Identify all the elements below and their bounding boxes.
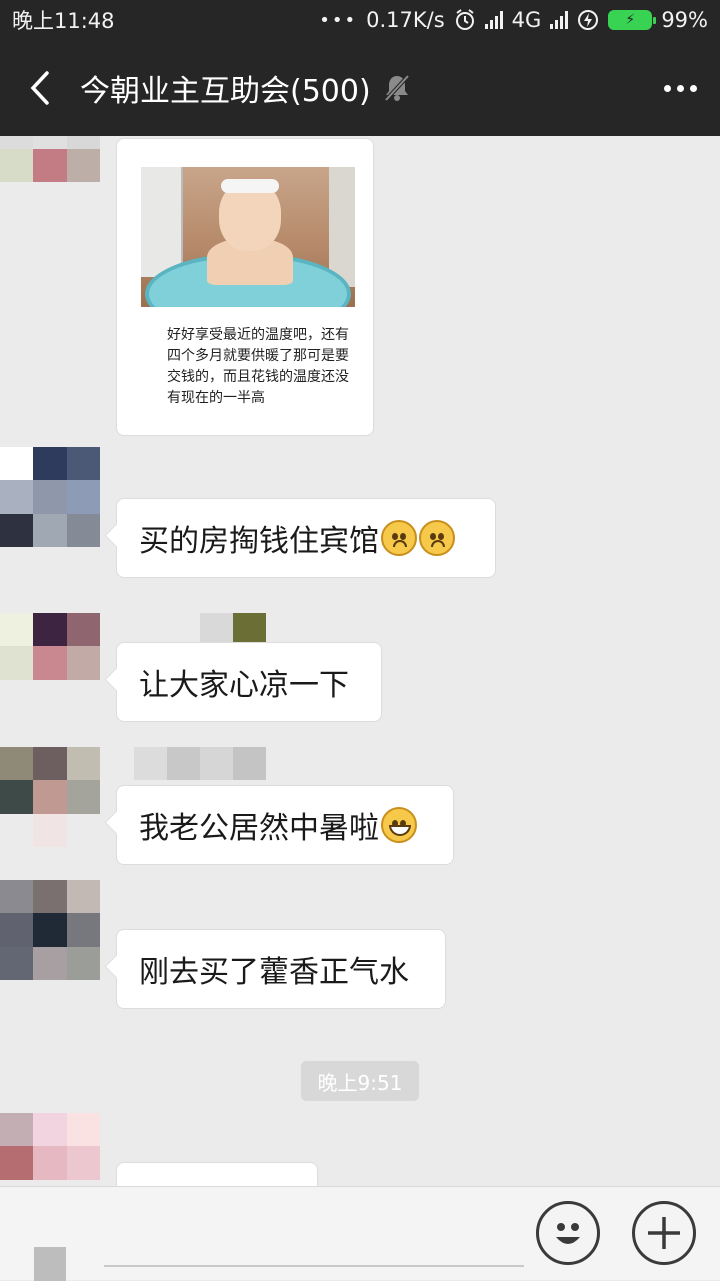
charging-icon [578, 10, 599, 30]
plus-icon [648, 1217, 680, 1249]
keyboard-toggle-area[interactable] [34, 1247, 66, 1281]
partial-message[interactable] [116, 1162, 318, 1186]
status-bar: 晚上11:48 ••• 0.17K/s 4G ⚡ 99% [0, 0, 720, 40]
text-message[interactable]: 我老公居然中暑啦 [116, 785, 454, 865]
text-message[interactable]: 买的房掏钱住宾馆 [116, 498, 496, 578]
status-time: 晚上11:48 [12, 9, 115, 33]
avatar[interactable] [0, 1113, 100, 1186]
blurred-name [134, 747, 266, 780]
chevron-left-icon [30, 71, 49, 105]
image-caption: 好好享受最近的温度吧，还有四个多月就要供暖了那可是要交钱的，而且花钱的温度还没有… [167, 327, 349, 406]
text-message[interactable]: 让大家心凉一下 [116, 642, 382, 722]
message-text: 让大家心凉一下 [139, 668, 349, 703]
sad-face-icon [381, 520, 417, 556]
baby-bath-photo [141, 167, 355, 307]
input-bar [0, 1186, 720, 1281]
smiley-icon [556, 1223, 580, 1244]
message-text: 我老公居然中暑啦 [139, 811, 379, 846]
add-button[interactable] [632, 1201, 696, 1265]
avatar[interactable] [0, 747, 100, 847]
chat-area[interactable]: 好好享受最近的温度吧，还有四个多月就要供暖了那可是要交钱的，而且花钱的温度还没有… [0, 136, 720, 1186]
avatar[interactable] [0, 447, 100, 547]
net-speed: 0.17K/s [366, 8, 445, 32]
signal-icon [484, 11, 503, 29]
avatar[interactable] [0, 136, 100, 182]
emoji-button[interactable] [536, 1201, 600, 1265]
message-text: 买的房掏钱住宾馆 [139, 524, 379, 559]
avatar[interactable] [0, 880, 100, 980]
text-message[interactable]: 刚去买了藿香正气水 [116, 929, 446, 1009]
image-message[interactable]: 好好享受最近的温度吧，还有四个多月就要供暖了那可是要交钱的，而且花钱的温度还没有… [116, 138, 374, 436]
alarm-icon [455, 9, 474, 30]
battery-level: 99% [661, 8, 708, 32]
grin-face-icon [381, 807, 417, 843]
back-button[interactable] [0, 40, 80, 136]
chat-header: 今朝业主互助会(500) [0, 40, 720, 136]
message-text: 刚去买了藿香正气水 [139, 955, 409, 990]
more-options-button[interactable] [640, 40, 720, 136]
mute-bell-icon [383, 73, 411, 103]
avatar[interactable] [0, 613, 100, 713]
status-dots: ••• [319, 9, 358, 31]
chat-title: 今朝业主互助会(500) [80, 74, 371, 109]
network-type: 4G [511, 8, 542, 32]
signal-icon-2 [550, 11, 569, 29]
message-input[interactable] [104, 1265, 524, 1267]
battery-icon: ⚡ [608, 10, 657, 30]
sad-face-icon [419, 520, 455, 556]
timestamp: 晚上9:51 [301, 1061, 419, 1101]
